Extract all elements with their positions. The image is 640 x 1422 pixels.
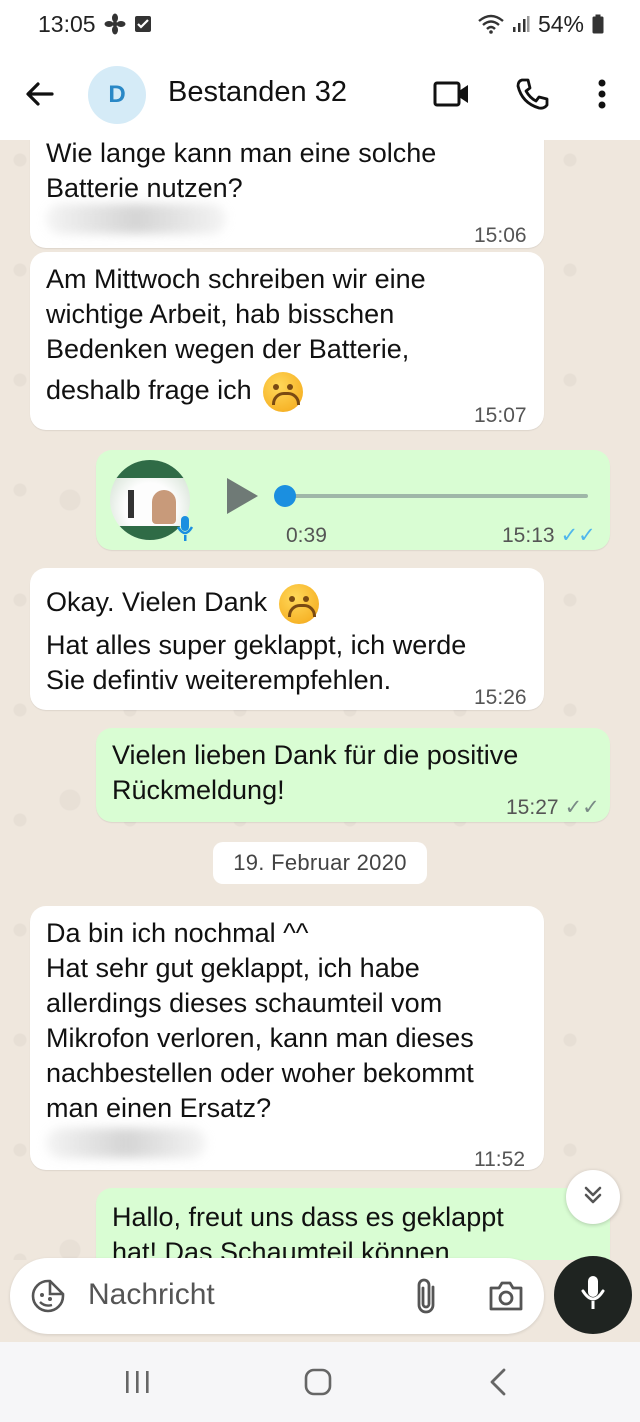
message-text: hat! Das Schaumteil können <box>112 1237 450 1260</box>
message-outgoing[interactable]: Hallo, freut uns dass es geklappt hat! D… <box>96 1188 610 1260</box>
message-text: Vielen lieben Dank für die positive <box>112 740 519 770</box>
read-ticks-icon: ✓✓ <box>560 524 596 547</box>
status-right: 54% <box>478 11 604 38</box>
recents-icon[interactable] <box>118 1362 158 1402</box>
message-text-row: deshalb frage ich <box>46 372 304 412</box>
video-call-icon[interactable] <box>432 74 472 114</box>
message-text: wichtige Arbeit, hab bisschen <box>46 299 395 329</box>
back-arrow-icon[interactable] <box>22 76 58 112</box>
chat-title[interactable]: Bestanden 32 <box>168 76 347 109</box>
chat-header: D Bestanden 32 <box>0 48 640 140</box>
blurred-signature <box>46 204 226 234</box>
message-incoming[interactable]: Da bin ich nochmal ^^ Hat sehr gut gekla… <box>30 906 544 1171</box>
phone-icon[interactable] <box>512 74 552 114</box>
mic-badge-icon <box>174 514 196 544</box>
signal-icon <box>512 15 530 33</box>
message-text-row: Okay. Vielen Dank <box>46 584 319 624</box>
message-time-row: 15:27 ✓✓ <box>506 790 600 825</box>
scroll-to-bottom-button[interactable] <box>566 1170 620 1224</box>
play-icon[interactable] <box>224 476 260 516</box>
delivered-ticks-icon: ✓✓ <box>564 796 600 819</box>
message-text: Hat alles super geklappt, ich werde <box>46 630 467 660</box>
checkbox-icon <box>134 15 152 33</box>
wifi-icon <box>478 14 504 34</box>
message-time: 15:27 <box>506 796 559 819</box>
voice-progress-knob[interactable] <box>274 485 296 507</box>
status-left: 13:05 <box>38 11 152 38</box>
battery-icon <box>592 14 604 34</box>
system-nav-bar <box>0 1342 640 1422</box>
message-text: Hat sehr gut geklappt, ich habe <box>46 953 420 983</box>
message-text: Hallo, freut uns dass es geklappt <box>112 1202 504 1232</box>
message-text: Batterie nutzen? <box>46 173 243 203</box>
message-text: nachbestellen oder woher bekommt <box>46 1058 474 1088</box>
voice-progress-track[interactable] <box>278 494 588 498</box>
message-input[interactable]: Nachricht <box>88 1278 215 1312</box>
upside-down-face-emoji-icon <box>263 372 304 412</box>
message-time-row: 15:13 ✓✓ <box>502 518 596 553</box>
message-time: 11:52 <box>474 1148 525 1171</box>
message-time: 15:13 <box>502 524 555 547</box>
attach-icon[interactable] <box>406 1276 446 1316</box>
message-text: Am Mittwoch schreiben wir eine <box>46 264 426 294</box>
blurred-signature <box>46 1128 206 1158</box>
voice-message-outgoing[interactable]: 0:39 15:13 ✓✓ <box>96 450 610 550</box>
message-text: Wie lange kann man eine solche <box>46 140 437 168</box>
upside-down-face-emoji-icon <box>278 584 319 624</box>
mic-icon <box>580 1275 606 1316</box>
message-incoming[interactable]: Am Mittwoch schreiben wir eine wichtige … <box>30 252 544 430</box>
fan-icon <box>104 13 126 35</box>
camera-icon[interactable] <box>486 1276 526 1316</box>
back-icon[interactable] <box>478 1362 518 1402</box>
battery-percent: 54% <box>537 10 584 37</box>
message-text: Rückmeldung! <box>112 775 285 805</box>
voice-record-button[interactable] <box>554 1256 632 1334</box>
message-text: Mikrofon verloren, kann man dieses <box>46 1023 474 1053</box>
message-text: man einen Ersatz? <box>46 1093 272 1123</box>
message-input-bar[interactable]: Nachricht <box>10 1258 544 1334</box>
message-text: Okay. Vielen Dank <box>46 587 268 618</box>
home-icon[interactable] <box>298 1362 338 1402</box>
message-time: 15:06 <box>474 224 527 247</box>
message-text: Sie defintiv weiterempfehlen. <box>46 665 392 695</box>
message-incoming[interactable]: Okay. Vielen Dank Hat alles super geklap… <box>30 568 544 710</box>
message-incoming[interactable]: Wie lange kann man eine solche Batterie … <box>30 140 544 248</box>
voice-duration: 0:39 <box>286 524 327 547</box>
message-text: deshalb frage ich <box>46 375 252 406</box>
double-chevron-down-icon <box>581 1183 605 1212</box>
avatar[interactable]: D <box>88 66 146 124</box>
sticker-icon[interactable] <box>28 1276 68 1316</box>
status-bar: 13:05 54% <box>0 0 640 48</box>
status-time: 13:05 <box>38 10 96 37</box>
message-text: allerdings dieses schaumteil vom <box>46 988 443 1018</box>
date-separator: 19. Februar 2020 <box>213 842 427 884</box>
more-vertical-icon[interactable] <box>582 74 622 114</box>
message-text: Da bin ich nochmal ^^ <box>46 918 309 948</box>
chat-area[interactable]: Wie lange kann man eine solche Batterie … <box>0 140 640 1260</box>
message-text: Bedenken wegen der Batterie, <box>46 334 410 364</box>
message-time: 15:07 <box>474 404 527 427</box>
message-time: 15:26 <box>474 686 527 709</box>
message-outgoing[interactable]: Vielen lieben Dank für die positive Rück… <box>96 728 610 822</box>
